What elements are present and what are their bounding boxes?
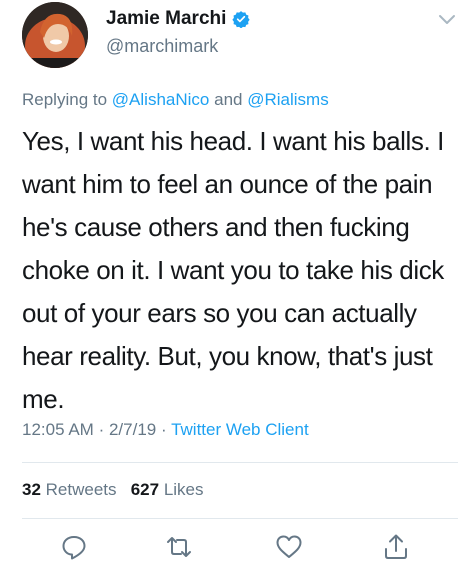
tweet-metadata: 12:05 AM · 2/7/19 · Twitter Web Client xyxy=(22,420,309,440)
retweets-stat[interactable]: 32 Retweets xyxy=(22,480,117,499)
avatar-image xyxy=(22,2,88,68)
tweet-time[interactable]: 12:05 AM xyxy=(22,420,94,439)
heart-icon xyxy=(276,535,302,558)
mention-link[interactable]: @Rialisms xyxy=(247,90,328,109)
likes-stat[interactable]: 627 Likes xyxy=(131,480,204,499)
likes-count: 627 xyxy=(130,480,160,499)
likes-label: Likes xyxy=(163,480,204,499)
retweet-icon xyxy=(167,537,191,557)
meta-separator: · xyxy=(160,420,167,439)
engagement-stats: 32 Retweets 627 Likes xyxy=(22,480,204,500)
author-name-row: Jamie Marchi xyxy=(106,8,251,30)
chevron-down-icon[interactable] xyxy=(438,14,456,26)
tweet-text: Yes, I want his head. I want his balls. … xyxy=(22,126,444,414)
reply-button[interactable] xyxy=(59,532,89,562)
tweet-date[interactable]: 2/7/19 xyxy=(109,420,156,439)
share-button[interactable] xyxy=(381,532,411,562)
retweets-label: Retweets xyxy=(45,480,117,499)
like-button[interactable] xyxy=(274,532,304,562)
mention-link[interactable]: @AlishaNico xyxy=(112,90,210,109)
retweets-count: 32 xyxy=(22,480,41,499)
avatar[interactable] xyxy=(22,2,88,68)
verified-badge-icon xyxy=(232,11,251,28)
tweet-actions xyxy=(0,528,474,564)
tweet-client-link[interactable]: Twitter Web Client xyxy=(171,420,309,439)
replying-to: Replying to @AlishaNico and @Rialisms xyxy=(22,90,329,110)
replying-to-connector: and xyxy=(214,90,243,109)
retweet-button[interactable] xyxy=(164,532,194,562)
meta-separator: · xyxy=(98,420,105,439)
tweet-header: Jamie Marchi @marchimark xyxy=(20,2,460,70)
author-handle[interactable]: @marchimark xyxy=(106,36,218,57)
divider xyxy=(22,518,458,519)
author-display-name[interactable]: Jamie Marchi xyxy=(106,8,226,30)
divider xyxy=(22,462,458,463)
reply-icon xyxy=(62,536,86,560)
share-icon xyxy=(385,534,407,559)
replying-to-prefix: Replying to xyxy=(22,90,108,109)
